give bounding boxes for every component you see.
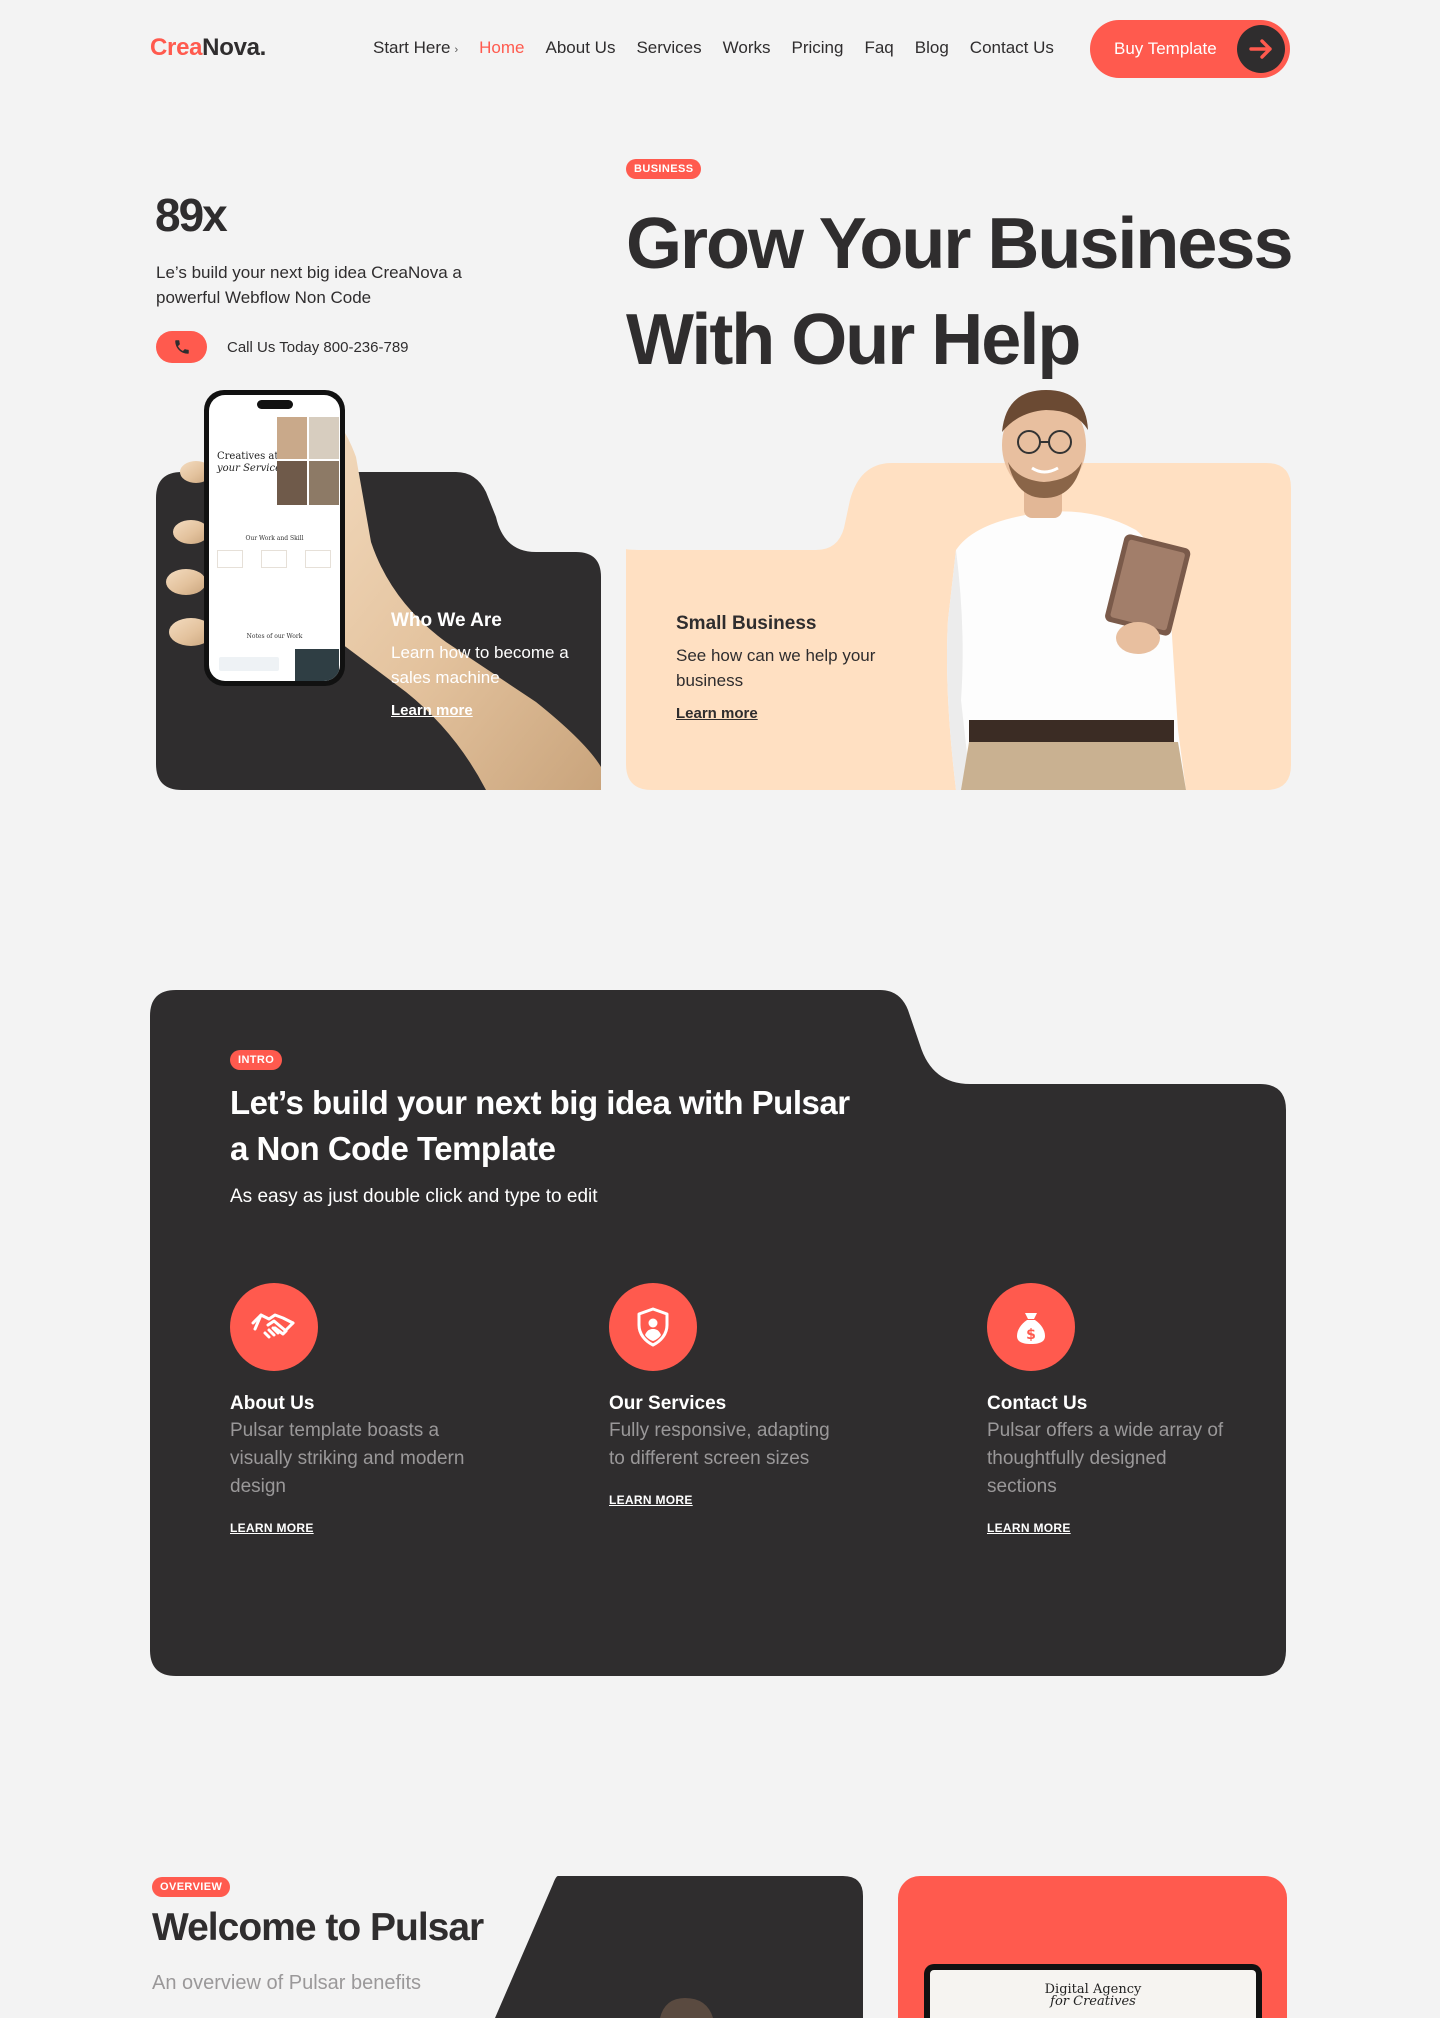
handshake-icon xyxy=(230,1283,318,1371)
feature-our-services: Our Services Fully responsive, adapting … xyxy=(609,1283,909,1509)
our-services-learn-more-link[interactable]: LEARN MORE xyxy=(609,1493,693,1507)
who-we-are-learn-more-link[interactable]: Learn more xyxy=(391,702,473,719)
who-we-are-content: Who We Are Learn how to become a sales m… xyxy=(391,610,569,719)
small-business-learn-more-link[interactable]: Learn more xyxy=(676,705,758,722)
hero-title: Grow Your Business With Our Help xyxy=(626,204,1294,380)
overview-dark-card xyxy=(495,1876,863,2018)
business-badge: BUSINESS xyxy=(626,159,702,179)
stat-value: 89x xyxy=(155,189,228,241)
small-business-content: Small Business See how can we help your … xyxy=(676,613,876,722)
nav-item-pricing[interactable]: Pricing xyxy=(792,38,844,58)
small-business-card: Small Business See how can we help your … xyxy=(626,370,1291,790)
intro-subtitle: As easy as just double click and type to… xyxy=(230,1186,598,1207)
overview-accent-card: Digital Agency for Creatives xyxy=(898,1876,1287,2018)
intro-badge: INTRO xyxy=(230,1050,283,1070)
feature-about-us: About Us Pulsar template boasts a visual… xyxy=(230,1283,530,1537)
businessman-image xyxy=(947,390,1191,790)
arrow-right-icon xyxy=(1237,25,1285,73)
intro-title: Let’s build your next big idea with Puls… xyxy=(230,1084,850,1167)
stat-description: Le’s build your next big idea CreaNova a… xyxy=(156,263,462,307)
nav-item-works[interactable]: Works xyxy=(723,38,771,58)
nav-item-faq[interactable]: Faq xyxy=(864,38,893,58)
about-us-learn-more-link[interactable]: LEARN MORE xyxy=(230,1521,314,1535)
shield-user-icon xyxy=(609,1283,697,1371)
chevron-right-icon: › xyxy=(454,44,459,56)
nav-item-blog[interactable]: Blog xyxy=(915,38,949,58)
nav-item-about-us[interactable]: About Us xyxy=(546,38,616,58)
logo[interactable]: CreaNova. xyxy=(150,34,266,62)
nav-item-services[interactable]: Services xyxy=(636,38,701,58)
phone-button[interactable] xyxy=(156,331,207,363)
money-bag-icon: $ xyxy=(987,1283,1075,1371)
overview-badge: OVERVIEW xyxy=(152,1877,231,1897)
nav-item-start-here[interactable]: Start Here › xyxy=(373,38,458,58)
overview-title: Welcome to Pulsar xyxy=(152,1906,484,1949)
overview-subtitle: An overview of Pulsar benefits xyxy=(152,1972,422,1994)
buy-template-button[interactable]: Buy Template xyxy=(1090,20,1290,78)
call-text: Call Us Today 800-236-789 xyxy=(227,339,409,356)
svg-text:$: $ xyxy=(1026,1327,1036,1343)
laptop-mockup-image: Digital Agency for Creatives xyxy=(924,1964,1262,2018)
contact-us-learn-more-link[interactable]: LEARN MORE xyxy=(987,1521,1071,1535)
feature-contact-us: $ Contact Us Pulsar offers a wide array … xyxy=(987,1283,1287,1537)
phone-mockup-image: Creatives at your Service Our Work and S… xyxy=(204,390,345,686)
who-we-are-card: Creatives at your Service Our Work and S… xyxy=(156,372,601,790)
phone-icon xyxy=(174,340,189,354)
main-nav: Start Here › Home About Us Services Works… xyxy=(373,38,1054,58)
nav-item-home[interactable]: Home xyxy=(479,38,524,58)
nav-item-contact-us[interactable]: Contact Us xyxy=(970,38,1054,58)
